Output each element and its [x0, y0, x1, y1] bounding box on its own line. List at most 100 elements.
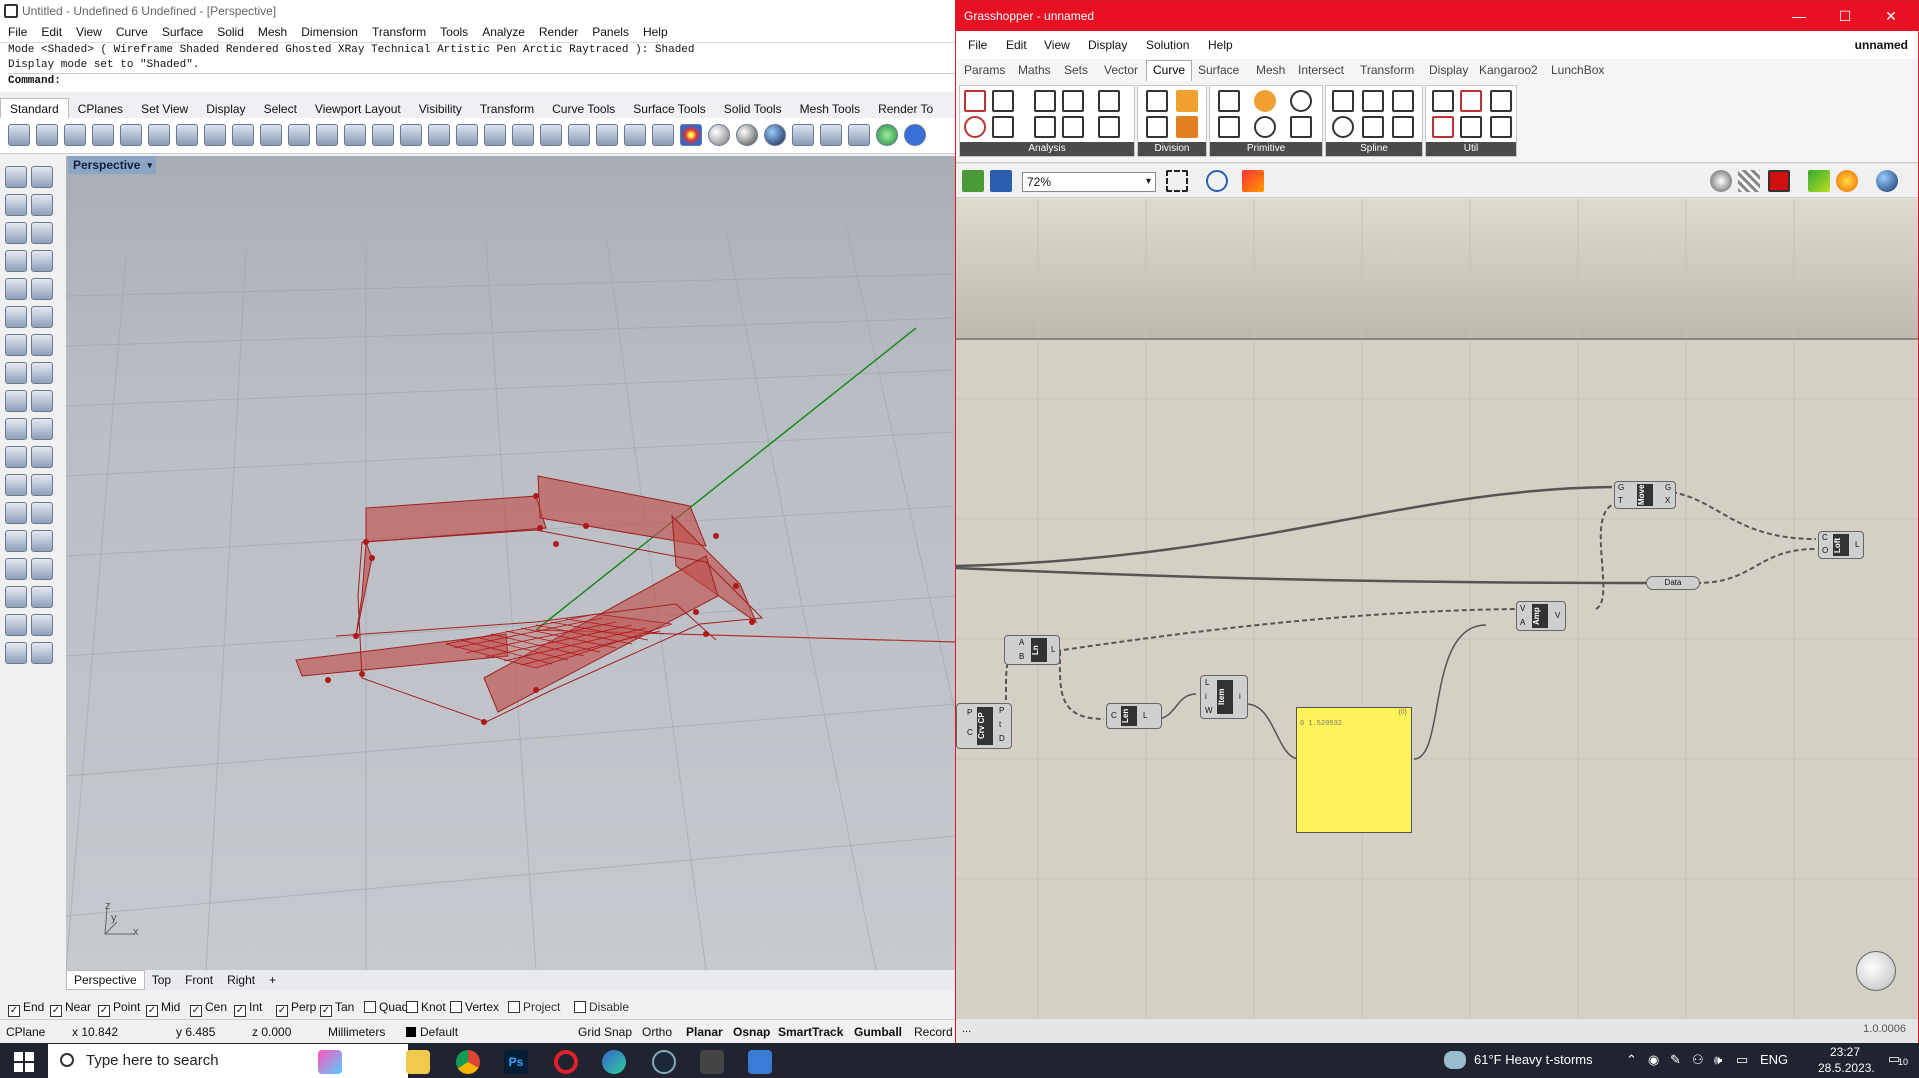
- preview-shaded-icon[interactable]: [1738, 170, 1760, 192]
- gh-tab-mesh[interactable]: Mesh: [1256, 63, 1285, 77]
- control-points-icon[interactable]: [992, 116, 1014, 138]
- center-icon[interactable]: [964, 116, 986, 138]
- material-preview-icon[interactable]: [1836, 170, 1858, 192]
- arc-icon[interactable]: [31, 278, 53, 300]
- minimize-icon[interactable]: —: [1776, 1, 1822, 31]
- amp-input-v[interactable]: V: [1520, 604, 1525, 613]
- gh-tab-params[interactable]: Params: [964, 63, 1005, 77]
- toolbar-tab-visibility[interactable]: Visibility: [410, 99, 471, 119]
- file-explorer-icon[interactable]: [406, 1050, 430, 1074]
- item-input-l[interactable]: L: [1205, 678, 1209, 687]
- checkbox-checked-icon[interactable]: ✓: [50, 1005, 62, 1017]
- object-snap-icon[interactable]: [540, 124, 562, 146]
- viewport-tab-perspective[interactable]: Perspective: [66, 970, 145, 990]
- osnap-cen[interactable]: ✓ Cen: [190, 1000, 227, 1017]
- rhino-menu-tools[interactable]: Tools: [432, 22, 474, 39]
- gh-menu-edit[interactable]: Edit: [1006, 38, 1027, 52]
- toolbar-tab-surface-tools[interactable]: Surface Tools: [624, 99, 715, 119]
- checkbox-unchecked-icon[interactable]: [450, 1001, 462, 1013]
- point-icon[interactable]: [31, 166, 53, 188]
- circle-tool-icon[interactable]: [5, 278, 27, 300]
- loft-input-c[interactable]: C: [1822, 533, 1828, 542]
- gh-component-crv-cp[interactable]: P C Crv CP P t D: [956, 703, 1012, 749]
- explode-icon[interactable]: [31, 390, 53, 412]
- rhino-menu-panels[interactable]: Panels: [584, 22, 635, 39]
- checkbox-checked-icon[interactable]: ✓: [320, 1005, 332, 1017]
- chevron-up-icon[interactable]: ⌃: [1626, 1052, 1637, 1068]
- cut-icon[interactable]: [148, 124, 170, 146]
- osnap-mid[interactable]: ✓ Mid: [146, 1000, 180, 1017]
- offset-icon[interactable]: [5, 474, 27, 496]
- checkbox-checked-icon[interactable]: ✓: [8, 1005, 20, 1017]
- join-curves-icon[interactable]: [1432, 116, 1454, 138]
- osnap-end[interactable]: ✓ End: [8, 1000, 44, 1017]
- toggle-smarttrack[interactable]: SmartTrack: [778, 1025, 843, 1039]
- pan-icon[interactable]: [260, 124, 282, 146]
- network-icon[interactable]: ⚇: [1692, 1052, 1704, 1068]
- toolbar-tab-mesh-tools[interactable]: Mesh Tools: [791, 99, 869, 119]
- pen-tray-icon[interactable]: ✎: [1670, 1052, 1681, 1068]
- toolbar-tab-set-view[interactable]: Set View: [132, 99, 197, 119]
- undo-icon[interactable]: [232, 124, 254, 146]
- toggle-ortho[interactable]: Ortho: [642, 1025, 672, 1039]
- block-icon[interactable]: [5, 558, 27, 580]
- checkbox-checked-icon[interactable]: ✓: [98, 1005, 110, 1017]
- fillet-icon[interactable]: [31, 306, 53, 328]
- ribbon-group-label[interactable]: Analysis: [960, 142, 1134, 156]
- osnap-vertex[interactable]: Vertex: [450, 1000, 499, 1014]
- navigation-compass-icon[interactable]: [1856, 951, 1896, 991]
- viewport-tab-right[interactable]: Right: [220, 971, 262, 991]
- toolbar-tab-select[interactable]: Select: [255, 99, 306, 119]
- derivatives-icon[interactable]: [1062, 116, 1084, 138]
- zoom-selected-icon[interactable]: [400, 124, 422, 146]
- gh-menu-help[interactable]: Help: [1208, 38, 1233, 52]
- render-preview-icon[interactable]: [1876, 170, 1898, 192]
- volume-icon[interactable]: 🕪: [1714, 1052, 1722, 1068]
- move-output-g[interactable]: G: [1665, 483, 1671, 492]
- move-icon[interactable]: [5, 530, 27, 552]
- maximize-icon[interactable]: ☐: [1822, 1, 1868, 31]
- color-wheel-icon[interactable]: [680, 124, 702, 146]
- trim-icon[interactable]: [5, 418, 27, 440]
- rhino-menu-render[interactable]: Render: [531, 22, 584, 39]
- ln-input-a[interactable]: A: [1019, 638, 1024, 647]
- gh-tab-surface[interactable]: Surface: [1198, 63, 1239, 77]
- checkmark-icon[interactable]: [31, 614, 53, 636]
- properties-icon[interactable]: [5, 614, 27, 636]
- gh-menu-view[interactable]: View: [1044, 38, 1070, 52]
- checkbox-unchecked-icon[interactable]: [406, 1001, 418, 1013]
- kinky-curve-icon[interactable]: [1332, 116, 1354, 138]
- contour-icon[interactable]: [1176, 90, 1198, 112]
- gh-component-ln[interactable]: A B Ln L: [1004, 635, 1060, 665]
- gh-tab-lunchbox[interactable]: LunchBox: [1551, 63, 1604, 77]
- gh-param-data[interactable]: Data: [1646, 576, 1700, 590]
- ribbon-group-label[interactable]: Spline: [1326, 142, 1422, 156]
- status-cplane[interactable]: CPlane: [6, 1025, 45, 1039]
- crvcp-output-d[interactable]: D: [999, 734, 1005, 743]
- amp-output-v[interactable]: V: [1555, 611, 1560, 620]
- gh-menu-display[interactable]: Display: [1088, 38, 1127, 52]
- save-icon[interactable]: [64, 124, 86, 146]
- loft-input-o[interactable]: O: [1822, 546, 1828, 555]
- explode-icon[interactable]: [1460, 116, 1482, 138]
- zoom-window-icon[interactable]: [344, 124, 366, 146]
- toolbar-tab-transform[interactable]: Transform: [471, 99, 543, 119]
- rotate-icon[interactable]: [31, 530, 53, 552]
- layer-icon[interactable]: [652, 124, 674, 146]
- preview-wire-icon[interactable]: [1710, 170, 1732, 192]
- toggle-record[interactable]: Record: [914, 1025, 953, 1039]
- gear-icon[interactable]: [820, 124, 842, 146]
- render-settings-icon[interactable]: [5, 390, 27, 412]
- gh-tab-vector[interactable]: Vector: [1104, 63, 1138, 77]
- polyline-icon[interactable]: [5, 194, 27, 216]
- undo-view-icon[interactable]: [428, 124, 450, 146]
- item-input-i[interactable]: i: [1205, 692, 1207, 701]
- amp-input-a[interactable]: A: [1520, 618, 1525, 627]
- gh-tab-transform[interactable]: Transform: [1360, 63, 1414, 77]
- viewport-tab-front[interactable]: Front: [178, 971, 220, 991]
- circle-cnr-icon[interactable]: [1254, 90, 1276, 112]
- item-input-w[interactable]: W: [1205, 706, 1213, 715]
- len-output-l[interactable]: L: [1143, 711, 1147, 720]
- gh-tab-maths[interactable]: Maths: [1018, 63, 1051, 77]
- viewport-title-tab[interactable]: Perspective ▾: [68, 156, 156, 174]
